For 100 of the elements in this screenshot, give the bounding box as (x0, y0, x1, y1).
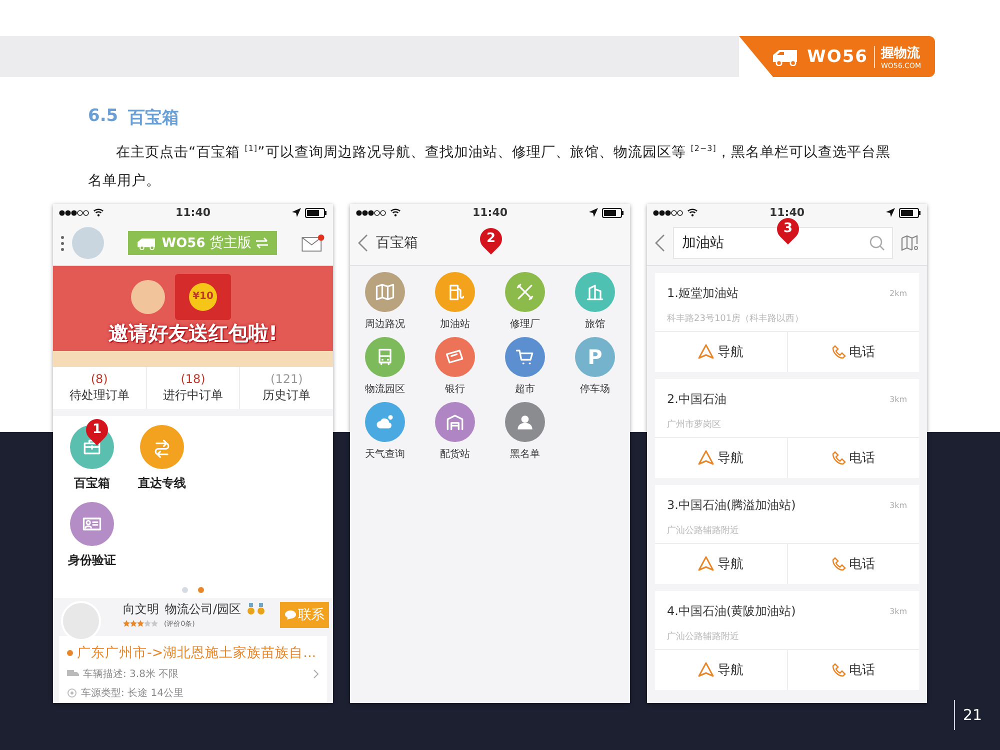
tool-label[interactable]: 银行 (445, 382, 465, 396)
tool-label[interactable]: 加油站 (440, 316, 470, 331)
tool-label[interactable]: 周边路况 (365, 316, 405, 331)
signal-icon (653, 210, 683, 216)
shortcut-label[interactable]: 百宝箱 (74, 474, 110, 492)
order-count: (18) (180, 372, 206, 386)
navigation-arrow-icon (698, 662, 714, 678)
search-icon[interactable] (869, 235, 885, 252)
result-address: 广州市萝岗区 (667, 418, 722, 431)
route-text: 广东广州市->湖北恩施土家族苗族自... (77, 644, 316, 662)
tool-label[interactable]: 黑名单 (510, 446, 540, 461)
result-address: 广汕公路辅路附近 (667, 524, 740, 537)
tool-label[interactable]: 超市 (515, 382, 535, 396)
result-distance: 3km (889, 606, 907, 616)
result-address: 科丰路23号101房（科丰路以西） (667, 312, 805, 325)
tool-label[interactable]: 配货站 (440, 446, 470, 461)
more-icon[interactable] (61, 236, 64, 251)
map-icon[interactable] (901, 234, 919, 252)
cart-icon[interactable] (505, 336, 545, 377)
order-label: 待处理订单 (69, 386, 130, 404)
person-icon[interactable] (505, 402, 545, 442)
status-time: 11:40 (472, 206, 508, 220)
call-button[interactable]: 电话 (786, 650, 919, 690)
shortcut-label[interactable]: 身份验证 (68, 552, 116, 569)
target-icon (67, 688, 77, 698)
result-distance: 3km (889, 500, 907, 510)
section-number: 6.5 (88, 106, 118, 128)
promo-banner[interactable]: ¥10 邀请好友送红包啦! (53, 266, 333, 367)
phone-icon (832, 556, 846, 571)
id-card-icon[interactable] (70, 502, 114, 546)
chevron-right-icon (313, 668, 319, 679)
navigate-button[interactable]: 导航 (655, 438, 786, 478)
building-icon[interactable] (575, 272, 615, 312)
listing-card[interactable]: 广东广州市->湖北恩施土家族苗族自... 车辆描述: 3.8米 不限 车源类型: 长途 14公里 (59, 636, 327, 703)
call-button[interactable]: 电话 (786, 438, 919, 478)
result-card[interactable]: 2.中国石油 3km 广州市萝岗区 导航 电话 (655, 378, 919, 478)
back-icon[interactable] (655, 234, 665, 252)
status-time: 11:40 (175, 206, 210, 220)
result-name: 4.中国石油(黄陂加油站) (667, 602, 796, 620)
shortcut-label[interactable]: 直达专线 (138, 474, 186, 492)
swap-icon (255, 237, 270, 250)
mail-icon[interactable] (301, 234, 326, 252)
user-company: 物流公司/园区 (165, 600, 242, 618)
call-button[interactable]: 电话 (786, 544, 919, 584)
result-address: 广汕公路辅路附近 (667, 630, 740, 643)
warehouse-icon[interactable] (435, 402, 475, 442)
signal-icon (59, 210, 89, 216)
tool-label[interactable]: 修理厂 (510, 316, 540, 331)
fuel-pump-icon[interactable] (435, 272, 475, 312)
banknote-icon[interactable] (435, 336, 475, 377)
order-count: (121) (270, 372, 303, 386)
battery-icon (304, 208, 327, 218)
page-number: 21 (963, 706, 982, 724)
order-stat[interactable]: (121) 历史订单 (240, 366, 333, 409)
navigate-button[interactable]: 导航 (655, 332, 786, 372)
result-distance: 2km (889, 288, 907, 298)
van-icon (136, 236, 158, 250)
result-card[interactable]: 4.中国石油(黄陂加油站) 3km 广汕公路辅路附近 导航 电话 (655, 590, 919, 690)
location-arrow-icon (292, 208, 301, 218)
tool-label[interactable]: 旅馆 (585, 316, 605, 331)
result-name: 2.中国石油 (667, 390, 726, 408)
source-type: 车源类型: 长途 14公里 (81, 686, 184, 700)
cloud-sun-icon[interactable] (365, 402, 405, 442)
medal-icon (247, 603, 268, 616)
location-arrow-icon (886, 208, 895, 218)
body-paragraph: 在主页点击“百宝箱 $^{[1]}$”可以查询周边路况导航、查找加油站、修理厂、旅馆、物流园区等 $^{[2−3]}$，黑名单栏可以查选平台黑名单用户。 (88, 143, 892, 191)
location-arrow-icon (588, 208, 598, 218)
navigate-button[interactable]: 导航 (655, 544, 786, 584)
back-icon[interactable] (358, 234, 368, 252)
cartoon-character-drawing (131, 280, 165, 314)
brand-name: 握物流 (880, 44, 920, 62)
tools-icon[interactable] (505, 272, 545, 312)
wifi-icon (93, 208, 104, 218)
navigation-arrow-icon (698, 450, 714, 466)
tool-label[interactable]: 物流园区 (365, 382, 405, 396)
navigation-arrow-icon (698, 344, 714, 360)
banner-amount: ¥10 (189, 282, 217, 311)
wifi-icon (390, 208, 401, 218)
result-card[interactable]: 1.姬堂加油站 2km 科丰路23号101房（科丰路以西） 导航 电话 (655, 272, 919, 372)
navigate-button[interactable]: 导航 (655, 650, 786, 690)
result-card[interactable]: 3.中国石油(腾溢加油站) 3km 广汕公路辅路附近 导航 电话 (655, 484, 919, 584)
chat-bubble-icon (285, 610, 296, 620)
page-dot[interactable] (182, 586, 188, 593)
result-name: 3.中国石油(腾溢加油站) (667, 496, 796, 514)
screen-title: 百宝箱 (376, 234, 418, 252)
section-title: 百宝箱 (128, 107, 180, 129)
user-name: 向文明 (123, 600, 159, 618)
call-button[interactable]: 电话 (786, 332, 919, 372)
map-icon[interactable] (365, 272, 405, 312)
swap-arrows-icon[interactable] (140, 424, 184, 469)
tool-label[interactable]: 天气查询 (365, 446, 405, 461)
vehicle-description: 车辆描述: 3.8米 不限 (83, 668, 179, 681)
order-stat[interactable]: (18) 进行中订单 (146, 366, 240, 409)
navigation-arrow-icon (698, 556, 714, 572)
phone-icon (832, 450, 846, 465)
bus-icon[interactable] (365, 336, 405, 377)
signal-icon (356, 210, 386, 216)
order-stat[interactable]: (8) 待处理订单 (53, 366, 147, 409)
page-dot[interactable] (198, 586, 204, 593)
tool-label[interactable]: 停车场 (580, 382, 610, 396)
